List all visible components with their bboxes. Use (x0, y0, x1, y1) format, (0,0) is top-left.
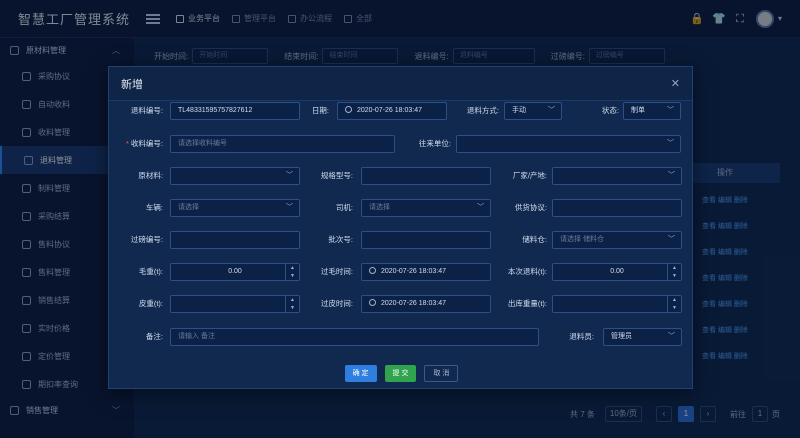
tare-label: 皮重(t): (138, 299, 163, 308)
weigh-no-field[interactable] (170, 231, 300, 249)
chevron-down-icon: ﹀ (477, 204, 484, 211)
chevron-down-icon: ﹀ (286, 172, 293, 179)
receive-no-field[interactable]: 请选择收料编号 (170, 135, 395, 153)
stepper-arrows-icon[interactable]: ▲ ▼ (285, 296, 299, 312)
method-label: 退料方式: (466, 106, 499, 115)
dialog-title: 新增 (121, 78, 143, 91)
chevron-down-icon: ﹀ (668, 333, 675, 340)
operator-value: 管理员 (611, 333, 632, 340)
stepper-arrows-icon[interactable]: ▲ ▼ (285, 264, 299, 280)
add-dialog: 新增 ✕ 退料编号: TL48331595757827612 日期: 2020-… (108, 66, 693, 389)
date-field[interactable]: 2020-07-26 18:03:47 (337, 102, 447, 120)
driver-label: 司机: (335, 203, 353, 212)
close-icon[interactable]: ✕ (671, 77, 680, 90)
form-row: 过磅编号: 批次号: 储料仓: 请选择 储料仓 ﹀ (109, 231, 694, 249)
gross-time-field[interactable]: 2020-07-26 18:03:47 (361, 263, 491, 281)
chevron-down-icon: ﹀ (286, 204, 293, 211)
remark-label: 备注: (145, 332, 163, 341)
receive-no-label: * 收料编号: (125, 139, 163, 148)
stepper-arrows-icon[interactable]: ▲ ▼ (667, 296, 681, 312)
material-select[interactable]: ﹀ (170, 167, 300, 185)
chevron-down-icon: ﹀ (668, 236, 675, 243)
this-return-value: 0.00 (610, 268, 624, 275)
vehicle-select[interactable]: 请选择 ﹀ (170, 199, 300, 217)
supply-field[interactable] (552, 199, 682, 217)
clock-icon (369, 267, 376, 274)
remark-field[interactable]: 请输入 备注 (170, 328, 539, 346)
this-return-stepper[interactable]: 0.00 ▲ ▼ (552, 263, 682, 281)
date-value: 2020-07-26 18:03:47 (357, 107, 422, 114)
cancel-button[interactable]: 取 消 (424, 365, 459, 382)
method-value: 手动 (512, 107, 526, 114)
form-row: 皮重(t): ▲ ▼ 过皮时间: 2020-07-26 18:03:47 出库重量… (109, 295, 694, 313)
required-mark: * (125, 139, 129, 148)
out-weight-stepper[interactable]: ▲ ▼ (552, 295, 682, 313)
chevron-down-icon: ﹀ (667, 140, 674, 147)
gross-label: 毛重(t): (138, 267, 163, 276)
form-row: * 收料编号: 请选择收料编号 往来单位: ﹀ (109, 135, 694, 153)
status-value: 制单 (631, 107, 645, 114)
form-row: 备注: 请输入 备注 退料员: 管理员 ﹀ (109, 328, 694, 346)
dialog-buttons: 确 定 提 交 取 消 (109, 365, 694, 382)
vehicle-label: 车辆: (145, 203, 163, 212)
material-label: 原材料: (138, 171, 163, 180)
weigh-no-label: 过磅编号: (130, 235, 163, 244)
batch-label: 批次号: (328, 235, 353, 244)
form-row: 原材料: ﹀ 规格型号: 厂家/产地: ﹀ (109, 167, 694, 185)
gross-value: 0.00 (228, 268, 242, 275)
operator-select[interactable]: 管理员 ﹀ (603, 328, 682, 346)
submit-button[interactable]: 提 交 (384, 365, 417, 382)
spec-label: 规格型号: (320, 171, 353, 180)
warehouse-select[interactable]: 请选择 储料仓 ﹀ (552, 231, 682, 249)
partner-select[interactable]: ﹀ (456, 135, 681, 153)
partner-label: 往来单位: (418, 139, 451, 148)
gross-time-label: 过毛时间: (320, 267, 353, 276)
this-return-label: 本次退料(t): (507, 267, 547, 276)
status-select[interactable]: 制单 ﹀ (623, 102, 681, 120)
gross-stepper[interactable]: 0.00 ▲ ▼ (170, 263, 300, 281)
vehicle-placeholder: 请选择 (178, 204, 199, 211)
warehouse-placeholder: 请选择 储料仓 (560, 236, 604, 243)
chevron-down-icon: ﹀ (548, 107, 555, 114)
spec-field[interactable] (361, 167, 491, 185)
confirm-button[interactable]: 确 定 (344, 365, 377, 382)
date-label: 日期: (311, 106, 329, 115)
out-weight-label: 出库重量(t): (507, 299, 547, 308)
clock-icon (345, 106, 352, 113)
form-row: 退料编号: TL48331595757827612 日期: 2020-07-26… (109, 102, 694, 120)
batch-field[interactable] (361, 231, 491, 249)
tare-time-value: 2020-07-26 18:03:47 (381, 300, 446, 307)
chevron-down-icon: ﹀ (667, 107, 674, 114)
operator-label: 退料员: (569, 332, 594, 341)
form-row: 车辆: 请选择 ﹀ 司机: 请选择 ﹀ 供货协议: (109, 199, 694, 217)
form-row: 毛重(t): 0.00 ▲ ▼ 过毛时间: 2020-07-26 18:03:47 … (109, 263, 694, 281)
chevron-down-icon: ﹀ (668, 172, 675, 179)
supply-label: 供货协议: (514, 203, 547, 212)
gross-time-value: 2020-07-26 18:03:47 (381, 268, 446, 275)
warehouse-label: 储料仓: (522, 235, 547, 244)
dialog-header: 新增 ✕ (109, 67, 692, 101)
tare-time-label: 过皮时间: (320, 299, 353, 308)
driver-placeholder: 请选择 (369, 204, 390, 211)
tare-time-field[interactable]: 2020-07-26 18:03:47 (361, 295, 491, 313)
method-select[interactable]: 手动 ﹀ (504, 102, 562, 120)
return-no-field[interactable]: TL48331595757827612 (170, 102, 300, 120)
status-label: 状态: (601, 106, 619, 115)
vendor-label: 厂家/产地: (512, 171, 547, 180)
tare-stepper[interactable]: ▲ ▼ (170, 295, 300, 313)
clock-icon (369, 299, 376, 306)
vendor-select[interactable]: ﹀ (552, 167, 682, 185)
return-no-label: 退料编号: (130, 106, 163, 115)
driver-select[interactable]: 请选择 ﹀ (361, 199, 491, 217)
stepper-arrows-icon[interactable]: ▲ ▼ (667, 264, 681, 280)
